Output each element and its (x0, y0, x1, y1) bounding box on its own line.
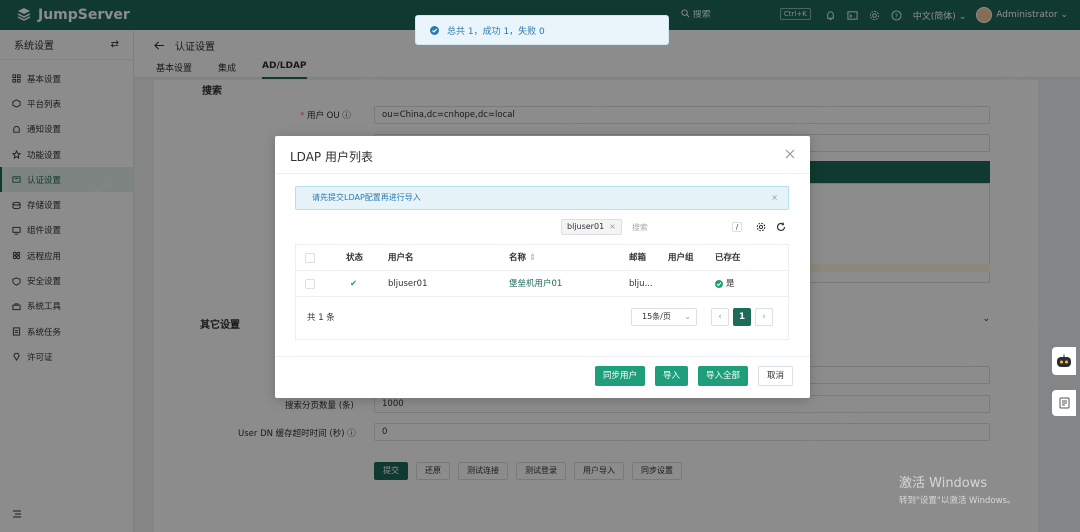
select-all-checkbox[interactable] (305, 253, 315, 263)
prev-page-button[interactable]: ‹ (711, 308, 729, 326)
ldap-user-list-dialog: LDAP 用户列表 请先提交LDAP配置再进行导入 × bljuser01 × … (275, 136, 810, 398)
chevron-down-icon: ⌄ (684, 312, 691, 321)
alert-text: 请先提交LDAP配置再进行导入 (312, 193, 421, 202)
chatbot-button[interactable] (1052, 347, 1076, 375)
col-name[interactable]: 名称 ⇕ (509, 245, 536, 271)
windows-activation-notice: 激活 Windows 转到"设置"以激活 Windows。 (899, 472, 1015, 506)
docs-button[interactable] (1052, 390, 1076, 416)
search-shortcut-hint: / (731, 222, 743, 232)
page-size-value: 15条/页 (642, 312, 671, 321)
table-header-row: 状态 用户名 名称 ⇕ 邮箱 用户组 已存在 (296, 245, 788, 271)
cancel-button[interactable]: 取消 (757, 366, 793, 386)
col-name-label: 名称 (509, 253, 527, 263)
close-icon[interactable] (785, 149, 795, 162)
sync-users-button[interactable]: 同步用户 (594, 366, 645, 386)
pagination: 共 1 条 15条/页 ⌄ ‹ 1 › (296, 297, 788, 339)
col-existing: 已存在 (715, 253, 741, 263)
import-button[interactable]: 导入 (654, 366, 688, 386)
page-size-select[interactable]: 15条/页 ⌄ (631, 308, 697, 326)
filter-tag-label: bljuser01 (567, 222, 605, 231)
success-circle-icon (715, 280, 723, 288)
alert-close-icon[interactable]: × (771, 187, 778, 209)
table-search-input[interactable] (621, 218, 732, 236)
page-number-button[interactable]: 1 (733, 308, 751, 326)
import-all-button[interactable]: 导入全部 (697, 366, 748, 386)
cell-existing: 是 (715, 271, 735, 297)
tag-close-icon[interactable]: × (609, 220, 616, 234)
ldap-users-table: 状态 用户名 名称 ⇕ 邮箱 用户组 已存在 ✔ bljuser01 堡垒机用户… (295, 244, 789, 340)
document-icon (1059, 397, 1069, 409)
total-count: 共 1 条 (307, 313, 335, 323)
info-alert: 请先提交LDAP配置再进行导入 × (295, 186, 789, 210)
table-toolbar: bljuser01 × / (561, 218, 796, 236)
cell-username: bljuser01 (388, 279, 428, 289)
existing-value: 是 (726, 279, 735, 289)
divider (275, 173, 810, 174)
next-page-button[interactable]: › (755, 308, 773, 326)
col-status: 状态 (346, 253, 364, 263)
activation-title: 激活 Windows (899, 476, 988, 491)
robot-icon (1057, 354, 1071, 367)
toast-message: 总共 1，成功 1，失败 0 (447, 26, 545, 37)
row-checkbox[interactable] (305, 279, 315, 289)
check-icon: ✔ (350, 279, 358, 289)
table-row[interactable]: ✔ bljuser01 堡垒机用户01 blju... 是 (296, 271, 788, 297)
sort-icon[interactable]: ⇕ (529, 253, 536, 263)
success-toast: 总共 1，成功 1，失败 0 (415, 15, 669, 45)
cell-email: blju... (629, 279, 653, 289)
col-groups: 用户组 (668, 253, 694, 263)
activation-subtitle: 转到"设置"以激活 Windows。 (899, 496, 1016, 506)
col-username: 用户名 (388, 253, 414, 263)
refresh-icon[interactable] (776, 222, 786, 232)
info-circle-icon (430, 25, 439, 35)
dialog-title: LDAP 用户列表 (290, 150, 373, 164)
cell-name-link[interactable]: 堡垒机用户01 (509, 271, 562, 297)
dialog-footer: 同步用户 导入 导入全部 取消 (594, 366, 793, 386)
col-email: 邮箱 (629, 253, 647, 263)
gear-icon[interactable] (756, 222, 766, 232)
filter-tag: bljuser01 × (561, 219, 622, 235)
divider (275, 356, 810, 357)
